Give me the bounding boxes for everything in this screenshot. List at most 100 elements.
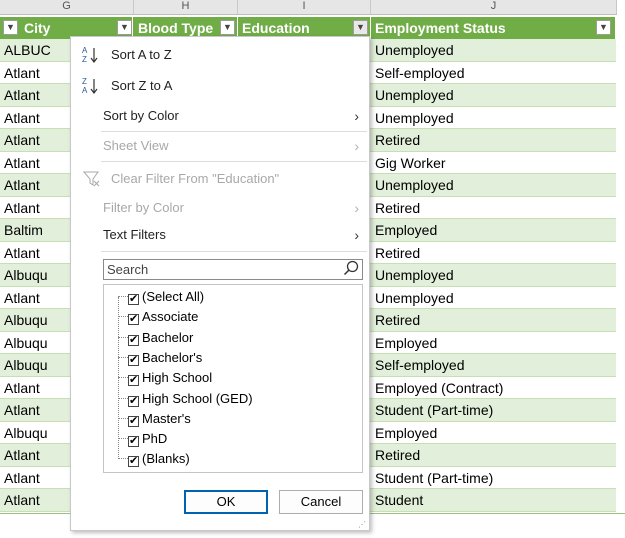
filter-list-item[interactable]: ✔ Bachelor bbox=[118, 328, 193, 348]
filter-item-label: Bachelor bbox=[142, 329, 194, 345]
employment-status-cell[interactable]: Self-employed bbox=[371, 354, 616, 377]
tree-connector bbox=[118, 377, 128, 379]
column-header-j[interactable]: J bbox=[371, 0, 617, 15]
text-filters-label: Text Filters bbox=[103, 227, 166, 242]
chevron-right-icon: › bbox=[354, 138, 359, 154]
employment-status-cell[interactable]: Retired bbox=[371, 444, 616, 467]
filter-list-item[interactable]: ✔ (Select All) bbox=[118, 287, 204, 307]
filter-item-label: PhD bbox=[142, 431, 168, 447]
menu-divider bbox=[101, 131, 367, 132]
chevron-right-icon: › bbox=[354, 227, 359, 243]
checkbox[interactable]: ✔ bbox=[128, 436, 139, 448]
checkbox[interactable]: ✔ bbox=[128, 314, 139, 326]
employment-status-cell[interactable]: Retired bbox=[371, 196, 616, 219]
employment-status-cell[interactable]: Student bbox=[371, 489, 616, 512]
tree-connector bbox=[118, 356, 128, 358]
filter-values-list: ✔ (Select All) ✔ Associate ✔ Bachelor ✔ Bachelo… bbox=[103, 284, 363, 473]
employment-status-cell[interactable]: Self-employed bbox=[371, 61, 616, 84]
chevron-right-icon: › bbox=[354, 108, 359, 124]
employment-status-cell[interactable]: Employed bbox=[371, 421, 616, 444]
menu-divider bbox=[101, 251, 367, 252]
filter-item-label: High School bbox=[142, 370, 213, 386]
employment-status-cell[interactable]: Employed bbox=[371, 219, 616, 242]
sort-z-to-a-icon: Z A bbox=[81, 77, 101, 95]
filter-list-item[interactable]: ✔ Master's bbox=[118, 409, 191, 429]
tree-connector bbox=[118, 296, 128, 297]
employment-status-cell[interactable]: Gig Worker bbox=[371, 151, 616, 174]
tree-connector bbox=[118, 336, 128, 338]
filter-item-label: (Blanks) bbox=[142, 451, 190, 467]
menu-divider bbox=[101, 161, 367, 162]
sort-a-to-z-label: Sort A to Z bbox=[111, 47, 172, 62]
filter-list-item[interactable]: ✔ High School (GED) bbox=[118, 389, 253, 409]
filter-list-item[interactable]: ✔ PhD bbox=[118, 429, 167, 449]
city-filter-dropdown-icon[interactable]: ▼ bbox=[117, 20, 132, 35]
ok-button[interactable]: OK bbox=[184, 490, 268, 514]
filter-dropdown-icon[interactable]: ▼ bbox=[3, 20, 18, 35]
tree-connector bbox=[118, 458, 128, 460]
checkbox[interactable]: ✔ bbox=[128, 395, 139, 407]
filter-list-item[interactable]: ✔ (Blanks) bbox=[118, 449, 190, 469]
clear-filter-label: Clear Filter From "Education" bbox=[111, 171, 280, 186]
checkbox[interactable]: ✔ bbox=[128, 354, 139, 366]
sheet-view-item: Sheet View › bbox=[71, 134, 369, 158]
employment-status-cell[interactable]: Employed (Contract) bbox=[371, 376, 616, 399]
clear-filter-icon bbox=[82, 170, 101, 196]
search-placeholder: Search bbox=[107, 262, 149, 277]
filter-item-label: (Select All) bbox=[142, 289, 205, 304]
column-header-i[interactable]: I bbox=[238, 0, 371, 15]
filter-item-label: Associate bbox=[142, 309, 199, 325]
filter-item-label: Bachelor's bbox=[142, 349, 203, 365]
employment-status-cell[interactable]: Unemployed bbox=[371, 84, 616, 107]
checkbox[interactable]: ✔ bbox=[128, 334, 139, 346]
checkbox[interactable]: ✔ bbox=[128, 294, 139, 305]
column-header-h[interactable]: H bbox=[134, 0, 238, 15]
sort-z-to-a-item[interactable]: Z A Sort Z to A bbox=[71, 74, 369, 98]
employment-status-cell[interactable]: Retired bbox=[371, 241, 616, 264]
employment-status-cell[interactable]: Retired bbox=[371, 309, 616, 332]
sort-by-color-item[interactable]: Sort by Color › bbox=[71, 104, 369, 128]
filter-list-item[interactable]: ✔ Associate bbox=[118, 307, 198, 327]
employment-status-cell[interactable]: Student (Part-time) bbox=[371, 466, 616, 489]
clear-filter-item: Clear Filter From "Education" bbox=[71, 167, 369, 191]
column-header-g[interactable]: G bbox=[0, 0, 134, 15]
employment-status-cell[interactable]: Retired bbox=[371, 129, 616, 152]
blood-type-filter-dropdown-icon[interactable]: ▼ bbox=[220, 20, 235, 35]
tree-connector bbox=[118, 316, 128, 318]
filter-by-color-label: Filter by Color bbox=[103, 200, 184, 215]
resize-grip-icon[interactable]: ⋰ bbox=[358, 521, 366, 529]
employment-status-cell[interactable]: Employed bbox=[371, 331, 616, 354]
filter-list-item[interactable]: ✔ Bachelor's bbox=[118, 348, 202, 368]
sort-by-color-label: Sort by Color bbox=[103, 108, 179, 123]
education-filter-dropdown-icon[interactable]: ▼ bbox=[353, 20, 368, 35]
text-filters-item[interactable]: Text Filters › bbox=[71, 223, 369, 247]
tree-connector bbox=[118, 438, 128, 440]
filter-item-label: High School (GED) bbox=[142, 390, 253, 406]
sort-a-to-z-icon: A Z bbox=[81, 46, 101, 64]
svg-text:A: A bbox=[82, 86, 88, 95]
sort-z-to-a-label: Sort Z to A bbox=[111, 78, 173, 93]
checkbox[interactable]: ✔ bbox=[128, 415, 139, 427]
employment-status-cell[interactable]: Unemployed bbox=[371, 286, 616, 309]
filter-by-color-item: Filter by Color › bbox=[71, 196, 369, 220]
tree-connector bbox=[118, 417, 128, 419]
checkbox[interactable]: ✔ bbox=[128, 456, 139, 468]
search-input[interactable]: Search bbox=[103, 259, 363, 280]
svg-text:A: A bbox=[82, 46, 88, 55]
filter-dropdown-menu: A Z Sort A to Z Z A Sort Z to A Sort by … bbox=[70, 36, 370, 531]
checkbox[interactable]: ✔ bbox=[128, 375, 139, 387]
search-icon bbox=[343, 260, 359, 281]
chevron-right-icon: › bbox=[354, 200, 359, 216]
sheet-view-label: Sheet View bbox=[103, 138, 169, 153]
tree-connector bbox=[118, 397, 128, 399]
sort-a-to-z-item[interactable]: A Z Sort A to Z bbox=[71, 43, 369, 67]
cancel-button[interactable]: Cancel bbox=[279, 490, 363, 514]
employment-status-cell[interactable]: Unemployed bbox=[371, 106, 616, 129]
employment-status-cell[interactable]: Unemployed bbox=[371, 39, 616, 62]
employment-status-cell[interactable]: Unemployed bbox=[371, 174, 616, 197]
employment-status-filter-dropdown-icon[interactable]: ▼ bbox=[596, 20, 611, 35]
employment-status-cell[interactable]: Unemployed bbox=[371, 264, 616, 287]
employment-status-cell[interactable]: Student (Part-time) bbox=[371, 399, 616, 422]
filter-item-label: Master's bbox=[142, 410, 191, 426]
filter-list-item[interactable]: ✔ High School bbox=[118, 368, 212, 388]
